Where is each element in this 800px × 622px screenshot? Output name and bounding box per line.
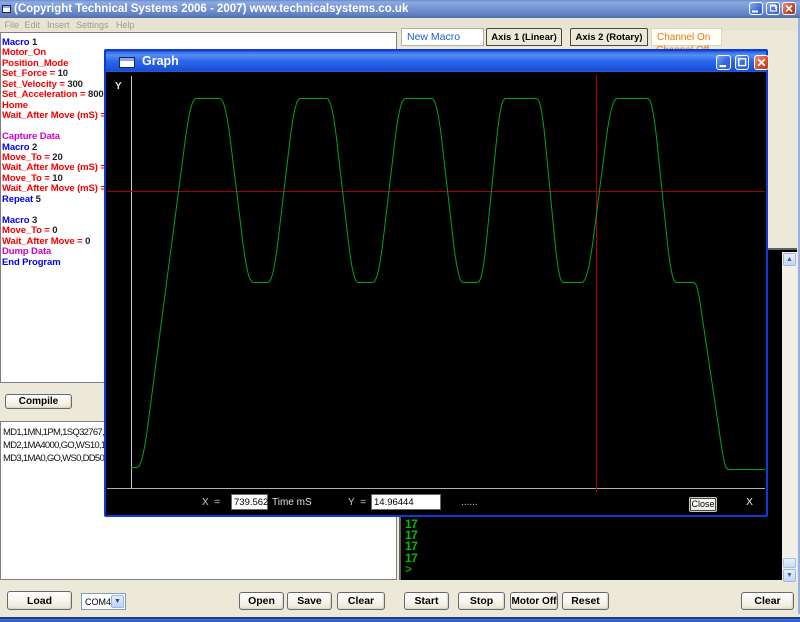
svg-text:Y: Y — [115, 81, 122, 92]
